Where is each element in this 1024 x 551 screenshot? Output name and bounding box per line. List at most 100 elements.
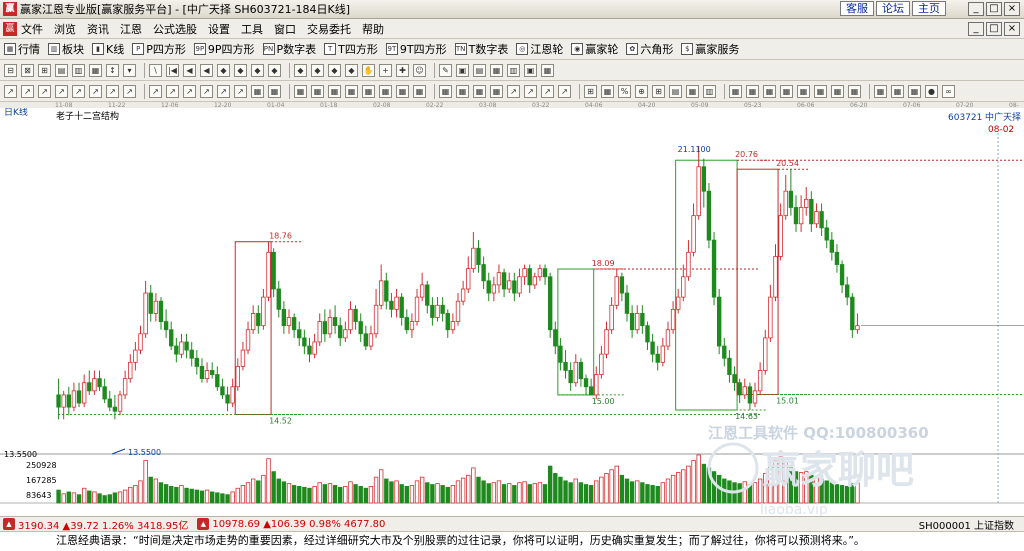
line-tool-29-icon[interactable]: ↗ [524,84,537,98]
line-tool-13-icon[interactable]: ↗ [234,84,247,98]
line-tool-22-icon[interactable]: ▦ [396,84,409,98]
draw-tool-7-icon[interactable]: ▾ [123,63,136,77]
line-tool-15-icon[interactable]: ▦ [268,84,281,98]
line-tool-2-icon[interactable]: ↗ [38,84,51,98]
line-tool-52-icon[interactable]: ∞ [942,84,955,98]
line-tool-46-icon[interactable]: ▦ [831,84,844,98]
draw-tool-6-icon[interactable]: ↕ [106,63,119,77]
draw-tool-14-icon[interactable]: ◆ [251,63,264,77]
draw-tool-30-icon[interactable]: ▦ [541,63,554,77]
toolbar-btn-0[interactable]: ▦ 行情 [4,41,40,57]
line-tool-21-icon[interactable]: ▦ [379,84,392,98]
draw-tool-24-icon[interactable]: ✎ [439,63,452,77]
kline-chart[interactable]: 日K线 老子十二宫结构 603721 中广天择 08-02 13.5500 18.76 14.… [0,106,1024,518]
line-tool-1-icon[interactable]: ↗ [21,84,34,98]
line-tool-35-icon[interactable]: ⊕ [635,84,648,98]
toolbar-btn-8[interactable]: TN T数字表 [454,41,508,57]
line-tool-5-icon[interactable]: ↗ [89,84,102,98]
line-tool-33-icon[interactable]: ▦ [601,84,614,98]
line-tool-24-icon[interactable]: ▦ [439,84,452,98]
draw-tool-19-icon[interactable]: ◆ [345,63,358,77]
line-tool-8-icon[interactable]: ↗ [149,84,162,98]
menu-help[interactable]: 帮助 [362,21,384,37]
draw-tool-4-icon[interactable]: ▥ [72,63,85,77]
draw-tool-1-icon[interactable]: ⊠ [21,63,34,77]
line-tool-26-icon[interactable]: ▦ [473,84,486,98]
line-tool-43-icon[interactable]: ▦ [780,84,793,98]
toolbar-btn-1[interactable]: ▥ 板块 [48,41,84,57]
draw-tool-8-icon[interactable]: \ [149,63,162,77]
draw-tool-26-icon[interactable]: ▤ [473,63,486,77]
line-tool-30-icon[interactable]: ↗ [541,84,554,98]
toolbar-btn-7[interactable]: 9T 9T四方形 [385,41,447,57]
line-tool-42-icon[interactable]: ▦ [763,84,776,98]
draw-tool-15-icon[interactable]: ◆ [268,63,281,77]
line-tool-27-icon[interactable]: ▦ [490,84,503,98]
line-tool-48-icon[interactable]: ▦ [874,84,887,98]
draw-tool-5-icon[interactable]: ▦ [89,63,102,77]
line-tool-40-icon[interactable]: ▦ [729,84,742,98]
draw-tool-29-icon[interactable]: ▣ [524,63,537,77]
draw-tool-3-icon[interactable]: ▤ [55,63,68,77]
line-tool-10-icon[interactable]: ↗ [183,84,196,98]
toolbar-btn-2[interactable]: ▮ K线 [92,41,124,57]
line-tool-20-icon[interactable]: ▦ [362,84,375,98]
child-maximize-button[interactable]: □ [986,22,1002,36]
toolbar-btn-4[interactable]: 9P 9P四方形 [193,41,255,57]
minimize-button[interactable]: _ [968,2,984,16]
menu-tools[interactable]: 工具 [241,21,263,37]
draw-tool-27-icon[interactable]: ▦ [490,63,503,77]
line-tool-12-icon[interactable]: ↗ [217,84,230,98]
line-tool-14-icon[interactable]: ▦ [251,84,264,98]
line-tool-50-icon[interactable]: ▦ [908,84,921,98]
child-minimize-button[interactable]: _ [968,22,984,36]
draw-tool-10-icon[interactable]: ◀ [183,63,196,77]
menu-file[interactable]: 文件 [21,21,43,37]
line-tool-38-icon[interactable]: ▦ [686,84,699,98]
line-tool-47-icon[interactable]: ▦ [848,84,861,98]
line-tool-39-icon[interactable]: ▥ [703,84,716,98]
draw-tool-28-icon[interactable]: ▥ [507,63,520,77]
draw-tool-13-icon[interactable]: ◆ [234,63,247,77]
line-tool-37-icon[interactable]: ▤ [669,84,682,98]
draw-tool-9-icon[interactable]: |◀ [166,63,179,77]
menu-settings[interactable]: 设置 [208,21,230,37]
kline-chart-area[interactable]: 日K线 老子十二宫结构 603721 中广天择 08-02 13.5500 18.76 14.… [0,106,1024,518]
line-tool-3-icon[interactable]: ↗ [55,84,68,98]
close-button[interactable]: × [1004,2,1020,16]
line-tool-45-icon[interactable]: ▦ [814,84,827,98]
line-tool-18-icon[interactable]: ▦ [328,84,341,98]
toolbar-btn-11[interactable]: ✿ 六角形 [626,41,673,57]
toolbar-btn-9[interactable]: ◎ 江恩轮 [516,41,563,57]
line-tool-4-icon[interactable]: ↗ [72,84,85,98]
forum-link[interactable]: 论坛 [876,1,910,16]
line-tool-31-icon[interactable]: ↗ [558,84,571,98]
shanghai-index-quote[interactable]: 3190.34 ▲39.72 1.26% 3418.95亿 [18,517,188,532]
menu-trade[interactable]: 交易委托 [307,21,351,37]
draw-tool-18-icon[interactable]: ◆ [328,63,341,77]
service-link[interactable]: 客服 [840,1,874,16]
line-tool-11-icon[interactable]: ↗ [200,84,213,98]
draw-tool-22-icon[interactable]: ✚ [396,63,409,77]
line-tool-17-icon[interactable]: ▦ [311,84,324,98]
toolbar-btn-3[interactable]: P P四方形 [132,41,186,57]
shenzhen-index-quote[interactable]: 10978.69 ▲106.39 0.98% 4677.80 [212,519,385,530]
menu-browse[interactable]: 浏览 [54,21,76,37]
menu-gann[interactable]: 江恩 [120,21,142,37]
child-close-button[interactable]: × [1004,22,1020,36]
draw-tool-16-icon[interactable]: ◆ [294,63,307,77]
toolbar-btn-5[interactable]: PN P数字表 [262,41,316,57]
toolbar-btn-10[interactable]: ◉ 赢家轮 [571,41,618,57]
draw-tool-11-icon[interactable]: ◀ [200,63,213,77]
menu-window[interactable]: 窗口 [274,21,296,37]
line-tool-34-icon[interactable]: % [618,84,631,98]
draw-tool-21-icon[interactable]: + [379,63,392,77]
menu-formula-screen[interactable]: 公式选股 [153,21,197,37]
draw-tool-0-icon[interactable]: ⊟ [4,63,17,77]
line-tool-44-icon[interactable]: ▦ [797,84,810,98]
line-tool-7-icon[interactable]: ↗ [123,84,136,98]
line-tool-41-icon[interactable]: ▦ [746,84,759,98]
line-tool-28-icon[interactable]: ↗ [507,84,520,98]
line-tool-9-icon[interactable]: ↗ [166,84,179,98]
draw-tool-23-icon[interactable]: ☺ [413,63,426,77]
